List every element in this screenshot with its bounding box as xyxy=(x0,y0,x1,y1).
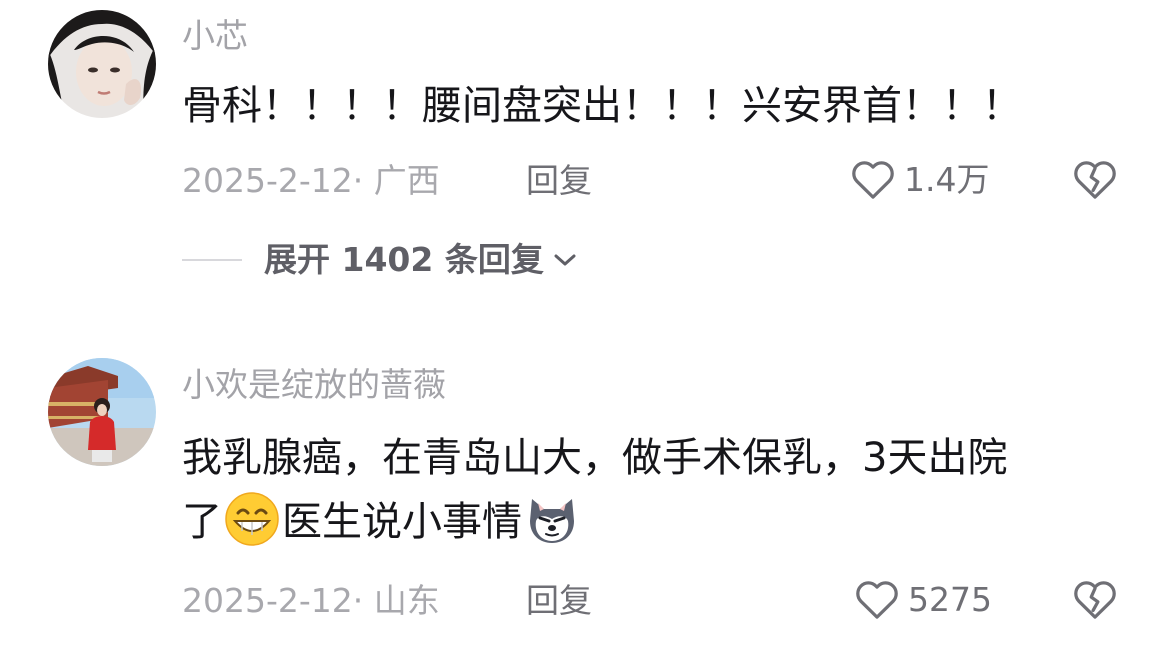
dislike-button[interactable] xyxy=(1072,578,1118,624)
husky-dog-icon xyxy=(524,491,580,547)
like-count: 1.4万 xyxy=(904,159,990,199)
username[interactable]: 小欢是绽放的蔷薇 xyxy=(182,368,446,401)
broken-heart-icon xyxy=(1074,581,1116,619)
chevron-down-icon xyxy=(554,254,576,265)
comment-item: 小芯 骨科！！！！腰间盘突出！！！兴安界首！！！ 2025-2-12· 广西 回… xyxy=(0,0,1169,300)
expand-replies-label: 展开 1402 条回复 xyxy=(264,240,544,279)
grinning-face-icon xyxy=(224,491,280,547)
date-location: 2025-2-12· 山东 xyxy=(182,581,440,620)
like-button[interactable]: 1.4万 xyxy=(850,158,989,200)
dislike-button[interactable] xyxy=(1072,158,1118,204)
avatar-image xyxy=(48,10,156,118)
heart-outline-icon xyxy=(852,161,894,199)
broken-heart-icon xyxy=(1074,161,1116,199)
comment-text: 骨科！！！！腰间盘突出！！！兴安界首！！！ xyxy=(182,83,1022,129)
date-location: 2025-2-12· 广西 xyxy=(182,161,440,200)
comment-text-segment: 医生说小事情 xyxy=(282,499,522,545)
avatar-image xyxy=(48,358,156,466)
comment-text: 我乳腺癌，在青岛山大，做手术保乳，3天出院 了 医生说小事情 xyxy=(182,426,1007,554)
heart-outline-icon xyxy=(856,581,898,619)
comment-text-segment: 了 xyxy=(182,499,222,545)
like-button[interactable]: 5275 xyxy=(854,578,992,620)
like-count: 5275 xyxy=(908,579,992,619)
reply-button[interactable]: 回复 xyxy=(526,164,592,197)
comment-text-line: 我乳腺癌，在青岛山大，做手术保乳，3天出院 xyxy=(182,435,1008,481)
avatar[interactable] xyxy=(48,10,156,118)
divider xyxy=(182,258,242,261)
comment-item: 小欢是绽放的蔷薇 我乳腺癌，在青岛山大，做手术保乳，3天出院 了 医生说小事情 xyxy=(0,340,1169,640)
username[interactable]: 小芯 xyxy=(182,19,248,52)
reply-button[interactable]: 回复 xyxy=(526,584,592,617)
avatar[interactable] xyxy=(48,358,156,466)
comment-text-line: 了 医生说小事情 xyxy=(182,490,1007,554)
expand-replies-button[interactable]: 展开 1402 条回复 xyxy=(182,243,578,276)
